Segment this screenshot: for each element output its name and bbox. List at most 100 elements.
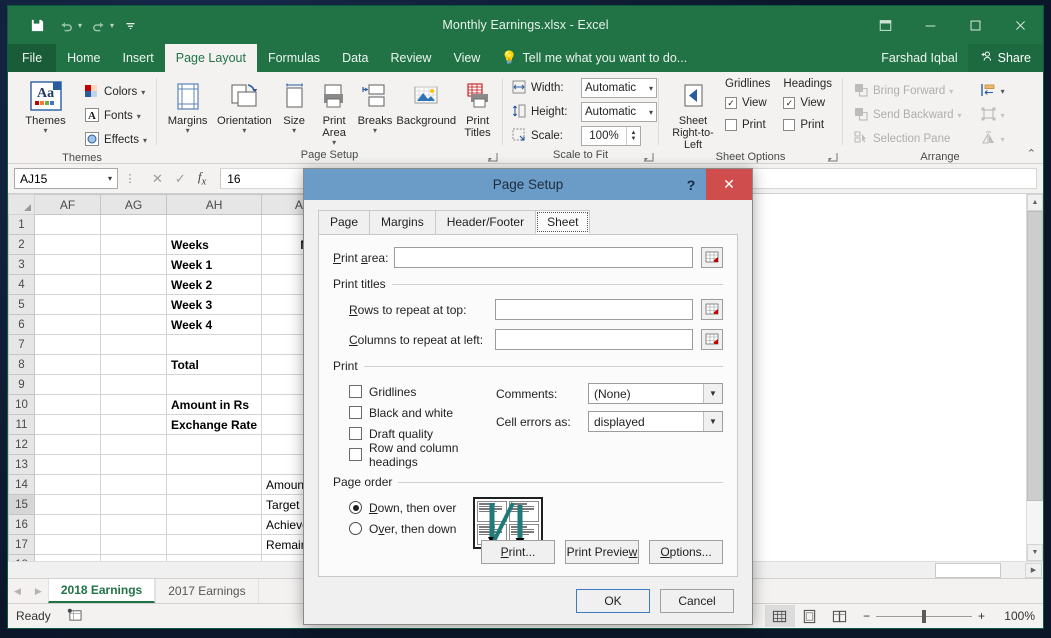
customize-qat-icon[interactable] [117, 13, 143, 37]
selection-pane-button[interactable]: Selection Pane [849, 127, 966, 151]
scroll-up-icon[interactable]: ▲ [1027, 194, 1043, 211]
theme-effects-dropdown-icon[interactable]: ▾ [143, 136, 147, 145]
sheet-options-dialog-launcher[interactable] [825, 150, 838, 163]
cell-AG1[interactable] [101, 215, 167, 235]
tell-me-search[interactable]: 💡 Tell me what you want to do... [491, 44, 697, 72]
comments-select[interactable]: (None) ▼ [588, 383, 723, 404]
print-button[interactable]: Print... [481, 540, 555, 564]
cell-AH3[interactable]: Week 1 [167, 255, 262, 275]
rows-repeat-input[interactable] [495, 299, 693, 320]
scale-spinner-arrows[interactable]: ▲▼ [626, 127, 640, 145]
cell-AG4[interactable] [101, 275, 167, 295]
gridlines-print-checkbox[interactable]: Print [725, 114, 766, 136]
share-button[interactable]: Share [968, 44, 1043, 72]
collapse-ribbon-icon[interactable]: ⌃ [1027, 147, 1036, 160]
cell-AH13[interactable] [167, 455, 262, 475]
width-combo[interactable]: Automatic ▾ [581, 78, 657, 98]
row-header[interactable]: 6 [9, 315, 35, 335]
undo-dropdown-icon[interactable]: ▾ [78, 21, 82, 30]
ribbon-tab-data[interactable]: Data [331, 44, 379, 72]
zoom-slider[interactable]: − + [855, 609, 993, 623]
ribbon-tab-page-layout[interactable]: Page Layout [165, 44, 257, 72]
cell-AH15[interactable] [167, 495, 262, 515]
cell-AH6[interactable]: Week 4 [167, 315, 262, 335]
cell-AF10[interactable] [35, 395, 101, 415]
row-header[interactable]: 4 [9, 275, 35, 295]
cell-AG14[interactable] [101, 475, 167, 495]
group-objects-dropdown-icon[interactable]: ▾ [1001, 111, 1005, 120]
cell-AF3[interactable] [35, 255, 101, 275]
size-dropdown-icon[interactable]: ▾ [292, 126, 296, 135]
row-header[interactable]: 7 [9, 335, 35, 355]
cell-AH17[interactable] [167, 535, 262, 555]
margins-button[interactable]: Margins ▾ [162, 76, 213, 135]
row-header[interactable]: 10 [9, 395, 35, 415]
theme-fonts-button[interactable]: A Fonts ▾ [80, 104, 151, 128]
page-setup-dialog-launcher[interactable] [485, 150, 498, 163]
cell-AG5[interactable] [101, 295, 167, 315]
select-all-corner[interactable] [9, 195, 35, 215]
height-combo[interactable]: Automatic ▾ [581, 102, 657, 122]
column-header-AH[interactable]: AH [167, 195, 262, 215]
vertical-scroll-thumb[interactable] [1027, 211, 1043, 501]
sheet-right-to-left-button[interactable]: Sheet Right-to-Left [665, 76, 721, 151]
row-header[interactable]: 11 [9, 415, 35, 435]
ribbon-tab-formulas[interactable]: Formulas [257, 44, 331, 72]
ribbon-tab-view[interactable]: View [442, 44, 491, 72]
background-button[interactable]: Background [396, 76, 456, 127]
vertical-scroll-track[interactable] [1027, 501, 1043, 544]
cell-AF2[interactable] [35, 235, 101, 255]
dialog-tab-header-footer[interactable]: Header/Footer [435, 210, 536, 234]
send-backward-dropdown-icon[interactable]: ▾ [958, 111, 962, 120]
ok-button[interactable]: OK [576, 589, 650, 613]
page-layout-view-icon[interactable] [795, 605, 825, 627]
scale-to-fit-dialog-launcher[interactable] [641, 150, 654, 163]
redo-dropdown-icon[interactable]: ▾ [110, 21, 114, 30]
ribbon-tab-insert[interactable]: Insert [112, 44, 165, 72]
row-header[interactable]: 16 [9, 515, 35, 535]
cell-AH7[interactable] [167, 335, 262, 355]
normal-view-icon[interactable] [765, 605, 795, 627]
theme-effects-button[interactable]: Effects ▾ [80, 128, 151, 152]
cell-AF13[interactable] [35, 455, 101, 475]
undo-icon[interactable] [53, 13, 79, 37]
page-order-over-then-down-radio[interactable]: Over, then down [349, 518, 473, 539]
black-and-white-checkbox[interactable]: Black and white [349, 402, 496, 423]
dialog-tab-page[interactable]: Page [318, 210, 370, 234]
headings-view-checkbox[interactable]: ✓ View [783, 92, 825, 114]
send-backward-button[interactable]: Send Backward ▾ [849, 103, 966, 127]
print-area-dropdown-icon[interactable]: ▾ [332, 138, 336, 147]
row-header[interactable]: 1 [9, 215, 35, 235]
cols-repeat-range-picker-icon[interactable] [701, 329, 723, 350]
cell-AH9[interactable] [167, 375, 262, 395]
cell-errors-select[interactable]: displayed ▼ [588, 411, 723, 432]
theme-colors-dropdown-icon[interactable]: ▾ [141, 88, 145, 97]
cell-AG17[interactable] [101, 535, 167, 555]
cell-AG10[interactable] [101, 395, 167, 415]
cell-AF11[interactable] [35, 415, 101, 435]
rotate-objects-dropdown-icon[interactable]: ▾ [1001, 135, 1005, 144]
redo-icon[interactable] [85, 13, 111, 37]
cell-AH8[interactable]: Total [167, 355, 262, 375]
scale-spinner[interactable]: 100% ▲▼ [581, 126, 641, 146]
cell-AF6[interactable] [35, 315, 101, 335]
close-icon[interactable] [998, 6, 1043, 44]
cols-repeat-input[interactable] [495, 329, 693, 350]
row-header[interactable]: 8 [9, 355, 35, 375]
cell-AH5[interactable]: Week 3 [167, 295, 262, 315]
cell-AG12[interactable] [101, 435, 167, 455]
height-dropdown-icon[interactable]: ▾ [649, 108, 653, 117]
zoom-track[interactable] [876, 616, 972, 617]
size-button[interactable]: Size ▾ [276, 76, 313, 135]
print-area-input[interactable] [394, 247, 693, 268]
scroll-right-icon[interactable]: ▶ [1025, 563, 1042, 578]
row-header[interactable]: 15 [9, 495, 35, 515]
gridlines-print-checkbox[interactable]: Gridlines [349, 381, 496, 402]
enter-icon[interactable]: ✓ [175, 171, 186, 187]
sheet-tab-2018-earnings[interactable]: 2018 Earnings [48, 579, 155, 603]
zoom-level[interactable]: 100% [993, 609, 1035, 623]
theme-fonts-dropdown-icon[interactable]: ▾ [137, 112, 141, 121]
cell-AG2[interactable] [101, 235, 167, 255]
row-header[interactable]: 12 [9, 435, 35, 455]
row-column-headings-checkbox[interactable]: Row and column headings [349, 444, 496, 465]
